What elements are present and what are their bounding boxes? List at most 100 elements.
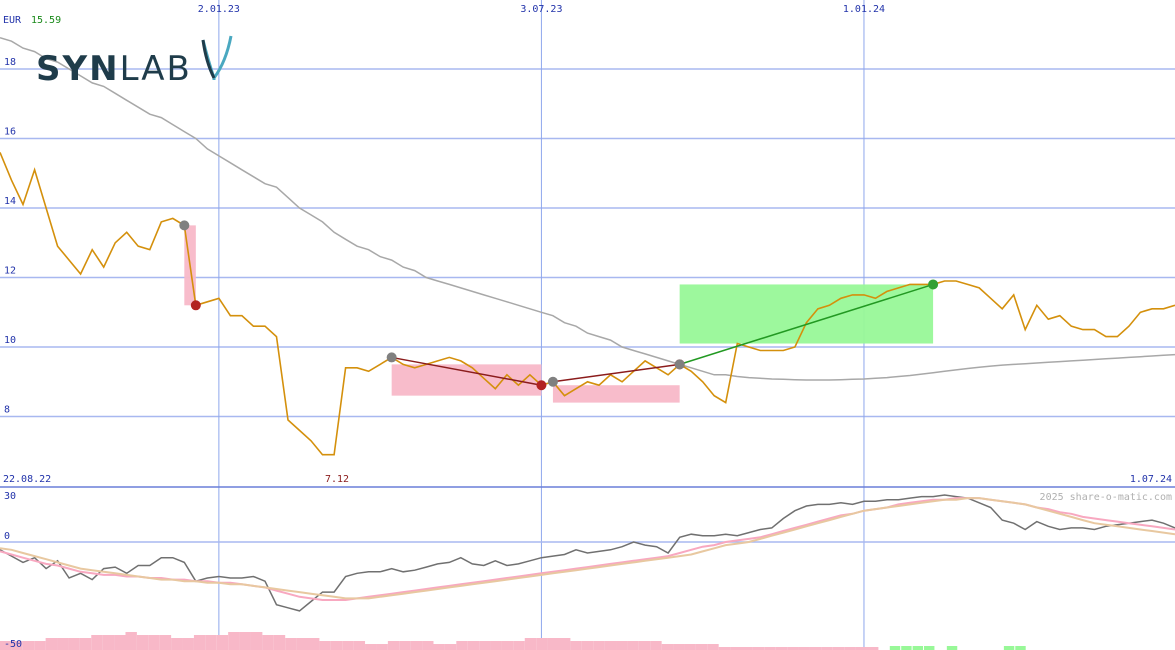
price-gridlines [0, 68, 1175, 418]
exit-marker-3 [928, 279, 939, 290]
volume-bar-16 [182, 638, 194, 650]
osc_pink-path [0, 497, 1175, 601]
volume-bars [0, 632, 879, 650]
price-tick-18: 18 [4, 57, 16, 68]
volume-bar-60 [684, 644, 696, 650]
logo-bold: SYN [36, 49, 120, 89]
volume-bar-28 [319, 641, 331, 650]
last-price: 15.59 [31, 15, 61, 26]
volume-bar-61 [695, 644, 708, 650]
volume-signal-80 [912, 646, 924, 650]
entry-marker-0 [179, 220, 190, 231]
moving-average-line [0, 36, 1175, 381]
volume-bar-8 [91, 635, 103, 650]
volume-bar-47 [536, 638, 548, 650]
watermark: 2025 share-o-matic.com [1040, 492, 1172, 503]
volume-bar-29 [330, 641, 343, 650]
stock-chart: 8 10 12 14 16 18 2.01.23 3.07.23 1.01.24 22.08.2… [0, 0, 1175, 650]
osc-tick-30: 30 [4, 491, 16, 502]
volume-bar-20 [228, 632, 240, 650]
volume-bar-58 [661, 644, 674, 650]
volume-signal-bars [889, 646, 1026, 650]
volume-bar-27 [308, 638, 320, 650]
volume-bar-40 [456, 641, 468, 650]
loss-fill-1 [391, 364, 542, 396]
volume-bar-53 [604, 641, 617, 650]
volume-bar-21 [239, 632, 251, 650]
volume-bar-31 [353, 641, 366, 650]
date-top-label-2: 1.01.24 [843, 4, 885, 15]
oscillator-lines [0, 494, 1175, 612]
volume-bar-48 [547, 638, 559, 650]
trade-fills [184, 225, 934, 403]
volume-bar-62 [707, 644, 719, 650]
volume-bar-3 [34, 641, 46, 650]
volume-bar-17 [193, 635, 206, 650]
volume-bar-37 [422, 641, 434, 650]
entry-marker-3 [674, 359, 685, 370]
volume-bar-54 [616, 641, 628, 650]
price-path [0, 152, 1175, 456]
volume-bar-43 [490, 641, 502, 650]
volume-bar-59 [673, 644, 685, 650]
volume-bar-55 [627, 641, 639, 650]
volume-bar-36 [410, 641, 423, 650]
volume-bar-15 [171, 638, 183, 650]
volume-bar-32 [365, 644, 377, 650]
volume-bar-25 [285, 638, 297, 650]
volume-bar-13 [148, 635, 160, 650]
volume-bar-34 [387, 641, 400, 650]
date-bottom-label-1: 7.12 [325, 474, 349, 485]
volume-bar-49 [558, 638, 571, 650]
synlab-logo: SYNLAB [36, 35, 233, 89]
volume-bar-52 [593, 641, 605, 650]
volume-bar-22 [250, 632, 263, 650]
price-line [0, 152, 1175, 456]
volume-signal-81 [924, 646, 935, 650]
volume-bar-5 [57, 638, 69, 650]
volume-bar-9 [102, 635, 115, 650]
currency-label: EUR [3, 15, 22, 26]
volume-bar-42 [479, 641, 491, 650]
price-tick-8: 8 [4, 405, 10, 416]
volume-bar-30 [342, 641, 354, 650]
volume-signal-89 [1015, 646, 1026, 650]
osc-tick-0: 0 [4, 531, 10, 542]
osc_dark-path [0, 494, 1175, 612]
osc_tan-path [0, 497, 1175, 600]
volume-bar-12 [136, 635, 149, 650]
logo-text: SYNLAB [36, 49, 192, 89]
exit-marker-1 [536, 380, 547, 391]
volume-bar-39 [444, 644, 457, 650]
date-top-label-0: 2.01.23 [198, 4, 240, 15]
volume-signal-79 [901, 646, 912, 650]
volume-bar-51 [581, 641, 594, 650]
volume-bar-18 [205, 635, 217, 650]
volume-signal-88 [1003, 646, 1015, 650]
entry-marker-1 [386, 352, 397, 363]
volume-bar-23 [262, 635, 274, 650]
sma-path [0, 36, 1175, 381]
date-bottom-label-2: 1.07.24 [1130, 474, 1172, 485]
logo-light: LAB [120, 49, 192, 89]
oscillator-panel: 30 0 -50 [0, 491, 1175, 650]
volume-signal-78 [889, 646, 901, 650]
volume-bar-26 [296, 638, 309, 650]
price-tick-10: 10 [4, 335, 16, 346]
volume-bar-33 [376, 644, 388, 650]
loss-fill-2 [552, 385, 680, 403]
volume-bar-6 [68, 638, 80, 650]
price-axis-labels: 8 10 12 14 16 18 [4, 57, 16, 416]
entry-marker-2 [547, 376, 558, 387]
volume-bar-45 [513, 641, 525, 650]
oscillator-axis-labels: 30 0 -50 [4, 491, 22, 650]
price-tick-16: 16 [4, 127, 16, 138]
price-tick-12: 12 [4, 266, 16, 277]
volume-bar-44 [501, 641, 514, 650]
volume-bar-56 [638, 641, 651, 650]
volume-bar-11 [125, 632, 137, 650]
volume-bar-10 [114, 635, 126, 650]
volume-bar-38 [433, 644, 445, 650]
volume-bar-57 [650, 641, 662, 650]
volume-bar-41 [467, 641, 480, 650]
